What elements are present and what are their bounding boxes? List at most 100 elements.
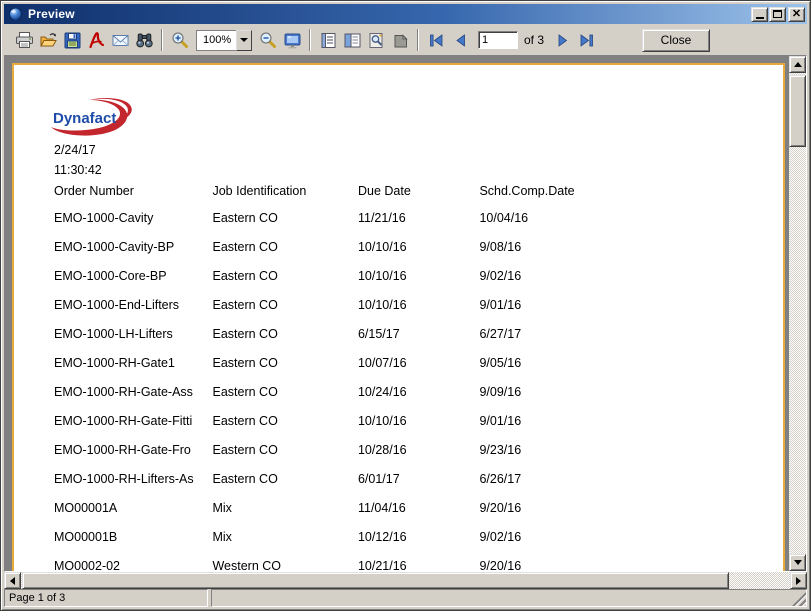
table-row: EMO-1000-RH-Gate-Fitti Eastern CO 10/10/… (54, 414, 773, 443)
cell-order-number: MO00001A (54, 501, 209, 515)
window-titlebar[interactable]: Preview ✕ (4, 4, 807, 24)
scroll-down-button[interactable] (789, 554, 806, 571)
open-folder-icon (39, 31, 58, 50)
table-row: EMO-1000-Cavity-BP Eastern CO 10/10/16 9… (54, 240, 773, 269)
cell-due-date: 6/15/17 (358, 327, 476, 341)
search-expert-icon (367, 31, 386, 50)
monitor-icon (283, 31, 302, 50)
minimize-icon (756, 17, 764, 19)
table-row: EMO-1000-RH-Gate-Fro Eastern CO 10/28/16… (54, 443, 773, 472)
table-row: EMO-1000-End-Lifters Eastern CO 10/10/16… (54, 298, 773, 327)
toolbar-separator (309, 29, 311, 51)
horizontal-scrollbar[interactable] (4, 572, 807, 589)
cell-schd-comp-date: 9/23/16 (479, 443, 599, 457)
table-row: EMO-1000-RH-Gate1 Eastern CO 10/07/16 9/… (54, 356, 773, 385)
cell-due-date: 10/28/16 (358, 443, 476, 457)
email-button[interactable] (108, 28, 132, 52)
toolbar-separator (417, 29, 419, 51)
cell-order-number: EMO-1000-End-Lifters (54, 298, 209, 312)
cell-schd-comp-date: 9/01/16 (479, 414, 599, 428)
prev-page-button[interactable] (448, 28, 472, 52)
titlebar-close-button[interactable]: ✕ (788, 7, 805, 22)
cell-due-date: 10/21/16 (358, 559, 476, 571)
scroll-up-button[interactable] (789, 56, 806, 73)
page-number-input[interactable] (478, 31, 518, 49)
print-button[interactable] (12, 28, 36, 52)
svg-text:Dynafact: Dynafact (53, 110, 116, 127)
email-envelope-icon (111, 31, 130, 50)
group-tree-button[interactable] (340, 28, 364, 52)
table-header-row: Order Number Job Identification Due Date… (54, 184, 773, 211)
vertical-scroll-thumb[interactable] (789, 75, 806, 147)
last-page-icon (577, 31, 596, 50)
zoom-dropdown-button[interactable] (236, 30, 252, 51)
fit-screen-button[interactable] (280, 28, 304, 52)
horizontal-scroll-thumb[interactable] (22, 572, 729, 589)
last-page-button[interactable] (574, 28, 598, 52)
cell-schd-comp-date: 6/27/17 (479, 327, 599, 341)
scroll-left-button[interactable] (4, 572, 21, 589)
export-pdf-button[interactable] (84, 28, 108, 52)
zoom-in-icon (171, 31, 190, 50)
cell-due-date: 11/04/16 (358, 501, 476, 515)
cell-due-date: 11/21/16 (358, 211, 476, 225)
cell-order-number: MO0002-02 (54, 559, 209, 571)
find-button[interactable] (132, 28, 156, 52)
arrow-left-icon (10, 577, 15, 585)
search-expert-button[interactable] (364, 28, 388, 52)
save-floppy-icon (63, 31, 82, 50)
table-row: MO00001A Mix 11/04/16 9/20/16 (54, 501, 773, 530)
page-setup-icon (391, 31, 410, 50)
cell-order-number: EMO-1000-RH-Gate-Ass (54, 385, 209, 399)
page-count-label: of 3 (524, 33, 544, 47)
vertical-scrollbar[interactable] (789, 56, 806, 571)
zoom-in-button[interactable] (168, 28, 192, 52)
table-row: EMO-1000-LH-Lifters Eastern CO 6/15/17 6… (54, 327, 773, 356)
close-button[interactable]: Close (642, 29, 710, 52)
maximize-button[interactable] (769, 7, 786, 22)
report-style-icon (319, 31, 338, 50)
cell-job-identification: Eastern CO (212, 356, 354, 370)
cell-job-identification: Eastern CO (212, 240, 354, 254)
table-row: EMO-1000-RH-Gate-Ass Eastern CO 10/24/16… (54, 385, 773, 414)
cell-order-number: EMO-1000-RH-Gate-Fitti (54, 414, 209, 428)
cell-job-identification: Eastern CO (212, 443, 354, 457)
cell-job-identification: Mix (212, 530, 354, 544)
cell-order-number: EMO-1000-Cavity-BP (54, 240, 209, 254)
zoom-combobox[interactable]: 100% (196, 30, 252, 51)
next-page-button[interactable] (550, 28, 574, 52)
cell-schd-comp-date: 9/20/16 (479, 559, 599, 571)
cell-order-number: EMO-1000-Core-BP (54, 269, 209, 283)
toolbar: 100% (4, 25, 807, 55)
open-button[interactable] (36, 28, 60, 52)
page-setup-button[interactable] (388, 28, 412, 52)
arrow-up-icon (794, 62, 802, 67)
table-row: EMO-1000-Core-BP Eastern CO 10/10/16 9/0… (54, 269, 773, 298)
minimize-button[interactable] (751, 7, 768, 22)
binoculars-icon (135, 31, 154, 50)
scroll-right-button[interactable] (790, 572, 807, 589)
zoom-out-button[interactable] (256, 28, 280, 52)
cell-job-identification: Eastern CO (212, 211, 354, 225)
first-page-button[interactable] (424, 28, 448, 52)
cell-job-identification: Eastern CO (212, 414, 354, 428)
cell-order-number: EMO-1000-Cavity (54, 211, 209, 225)
cell-schd-comp-date: 9/08/16 (479, 240, 599, 254)
zoom-out-icon (259, 31, 278, 50)
preview-app-icon (8, 7, 23, 22)
cell-order-number: EMO-1000-RH-Gate1 (54, 356, 209, 370)
cell-schd-comp-date: 10/04/16 (479, 211, 599, 225)
cell-schd-comp-date: 6/26/17 (479, 472, 599, 486)
cell-due-date: 10/10/16 (358, 414, 476, 428)
zoom-value: 100% (196, 30, 236, 51)
chevron-down-icon (240, 38, 248, 42)
report-style-button[interactable] (316, 28, 340, 52)
save-button[interactable] (60, 28, 84, 52)
report-table: Order Number Job Identification Due Date… (54, 184, 773, 571)
cell-job-identification: Eastern CO (212, 327, 354, 341)
printer-icon (15, 31, 34, 50)
column-header-schd-comp-date: Schd.Comp.Date (479, 184, 599, 198)
report-time: 11:30:42 (54, 163, 102, 177)
arrow-right-icon (796, 577, 801, 585)
table-row: MO00001B Mix 10/12/16 9/02/16 (54, 530, 773, 559)
